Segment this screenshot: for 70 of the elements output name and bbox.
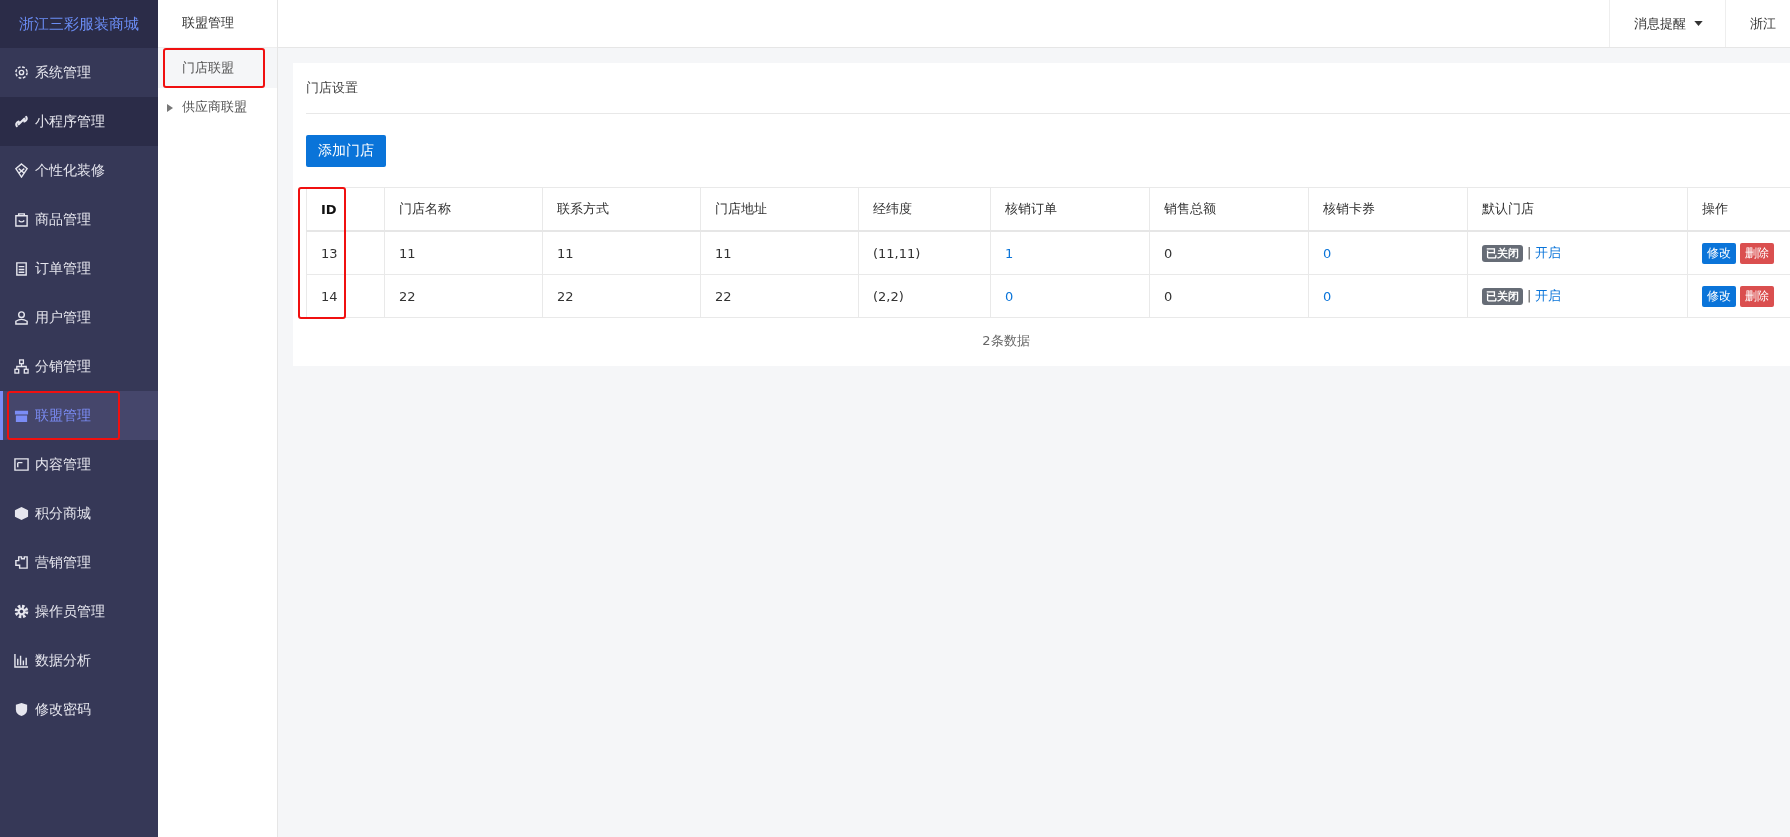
table-cell: 11 [542,231,701,275]
sidebar-item[interactable]: 系统管理 [0,48,158,97]
delete-button[interactable]: 删除 [1740,285,1774,307]
notification-dropdown[interactable]: 消息提醒 [1609,0,1725,47]
column-header: 核销卡券 [1308,187,1468,231]
sidebar-item[interactable]: 数据分析 [0,636,158,685]
shield-icon [14,702,29,717]
bag-icon [14,212,29,227]
table-cell: 0 [1149,231,1309,275]
record-count: 2条数据 [981,332,1031,350]
brand-title: 浙江三彩服装商城 [0,0,158,48]
sidebar-item[interactable]: 内容管理 [0,440,158,489]
edit-button[interactable]: 修改 [1702,285,1736,307]
table-cell: 22 [384,274,543,318]
panel-title: 门店设置 [306,63,1790,114]
enable-link[interactable]: 开启 [1535,288,1562,303]
orders-link[interactable]: 0 [1005,288,1014,304]
sidebar-item[interactable]: 订单管理 [0,244,158,293]
edit-button[interactable]: 修改 [1702,242,1736,264]
column-header: 默认门店 [1467,187,1688,231]
user-icon [14,310,29,325]
table-cell: 14 [306,274,385,318]
table-cell: (11,11) [858,231,991,275]
table-cell: 22 [542,274,701,318]
sidebar-item[interactable]: 操作员管理 [0,587,158,636]
bar-chart-icon [14,653,29,668]
column-header: 销售总额 [1149,187,1309,231]
column-header: 操作 [1687,187,1790,231]
caret-icon [1694,21,1703,26]
settings-icon [14,65,29,80]
diamond-icon [14,163,29,178]
column-header: ID [306,187,385,231]
column-header: 经纬度 [858,187,991,231]
column-header: 门店地址 [700,187,859,231]
submenu-item[interactable]: 供应商联盟 [158,88,277,127]
sidebar-item[interactable]: 商品管理 [0,195,158,244]
status-badge: 已关闭 [1482,288,1523,305]
panel-icon [14,457,29,472]
column-header: 联系方式 [542,187,701,231]
delete-button[interactable]: 删除 [1740,242,1774,264]
table-cell: (2,2) [858,274,991,318]
status-badge: 已关闭 [1482,245,1523,262]
separator-text: | [1527,245,1532,260]
column-header: 核销订单 [990,187,1150,231]
submenu-item[interactable]: 门店联盟 [158,48,277,88]
clipboard-icon [14,261,29,276]
coupons-link[interactable]: 0 [1323,288,1332,304]
sidebar-item[interactable]: 小程序管理 [0,97,158,146]
enable-link[interactable]: 开启 [1535,245,1562,260]
puzzle-icon [14,555,29,570]
table-cell: 13 [306,231,385,275]
store-icon [14,408,29,423]
coupons-link[interactable]: 0 [1323,245,1332,261]
table-cell: 11 [700,231,859,275]
settings-icon [14,604,29,619]
table-cell: 22 [700,274,859,318]
sidebar-item[interactable]: 营销管理 [0,538,158,587]
orders-link[interactable]: 1 [1005,245,1014,261]
hierarchy-icon [14,359,29,374]
separator-text: | [1527,288,1532,303]
add-store-button[interactable]: 添加门店 [306,135,386,167]
sidebar-item[interactable]: 分销管理 [0,342,158,391]
user-menu[interactable]: 浙江 [1725,0,1790,47]
table-cell: 0 [1149,274,1309,318]
table-cell: 11 [384,231,543,275]
sidebar-item[interactable]: 用户管理 [0,293,158,342]
sidebar-item[interactable]: 修改密码 [0,685,158,734]
sidebar-item[interactable]: 积分商城 [0,489,158,538]
column-header: 门店名称 [384,187,543,231]
sidebar-item[interactable]: 个性化装修 [0,146,158,195]
